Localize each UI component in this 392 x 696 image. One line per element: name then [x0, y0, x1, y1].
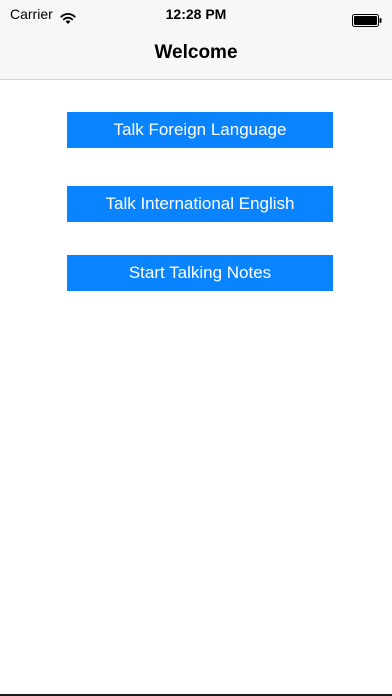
- talk-foreign-language-button[interactable]: Talk Foreign Language: [67, 112, 333, 148]
- start-talking-notes-button[interactable]: Start Talking Notes: [67, 255, 333, 291]
- main-content: Talk Foreign Language Talk International…: [0, 81, 392, 694]
- status-time: 12:28 PM: [165, 6, 227, 22]
- navigation-bar: Welcome: [0, 28, 392, 80]
- page-title: Welcome: [154, 42, 238, 63]
- battery-icon: [352, 8, 382, 27]
- talk-international-english-button[interactable]: Talk International English: [67, 186, 333, 222]
- top-bars: Carrier 12:28 PM Welcome: [0, 0, 392, 80]
- status-bar: Carrier 12:28 PM: [0, 0, 392, 28]
- app-screen: Carrier 12:28 PM Welcome Talk Foreign La…: [0, 0, 392, 696]
